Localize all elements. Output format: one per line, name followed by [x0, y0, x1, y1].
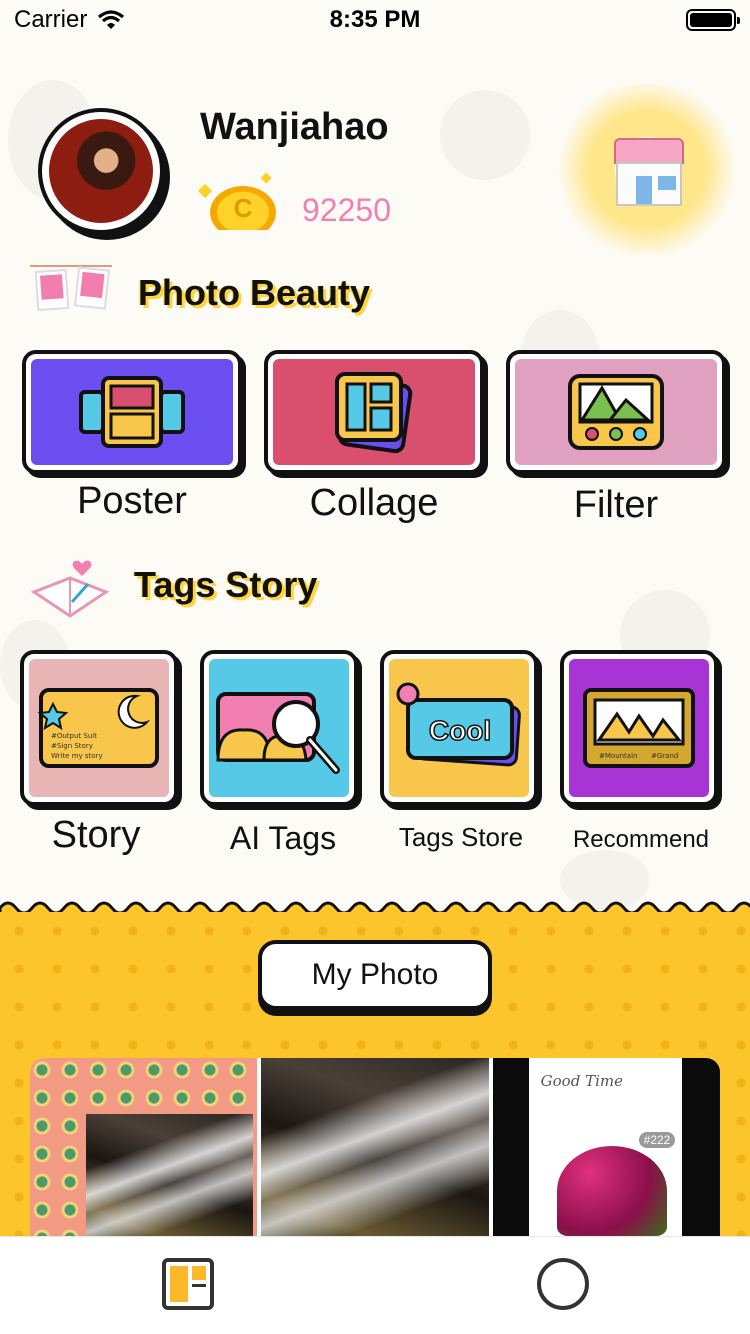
recommend-tile-bg: #Mountain #Grand	[569, 659, 709, 797]
tags-store-icon: Cool	[396, 682, 521, 767]
ai-tags-tile[interactable]	[200, 650, 358, 806]
recommend-tag-2: #Grand	[651, 752, 678, 760]
avatar[interactable]	[38, 108, 164, 234]
recommend-icon: #Mountain #Grand	[583, 688, 695, 768]
photo-tag: #222	[638, 1132, 676, 1148]
sparkle-icon	[260, 172, 272, 184]
collage-tile[interactable]	[264, 350, 484, 474]
username: Wanjiahao	[200, 106, 389, 148]
waterfall-image	[86, 1114, 254, 1236]
avatar-image	[49, 119, 153, 223]
photo-thumbnail[interactable]	[261, 1058, 489, 1236]
tab-camera-icon[interactable]	[537, 1258, 589, 1310]
shop-icon	[616, 162, 682, 206]
photo-strip: Good Time #222	[30, 1058, 720, 1236]
filter-tile[interactable]	[506, 350, 726, 474]
story-card-line-3: Write my story	[51, 752, 103, 760]
filter-icon	[568, 374, 664, 450]
story-icon: #Output Suit #Sign Story Write my story	[37, 688, 159, 768]
my-photo-button[interactable]: My Photo	[258, 940, 492, 1010]
story-tile-bg: #Output Suit #Sign Story Write my story	[29, 659, 169, 797]
photo-string-icon	[30, 262, 112, 320]
tags-store-tile-bg: Cool	[389, 659, 529, 797]
coin-symbol: C	[233, 192, 253, 223]
photo-caption: Good Time	[540, 1072, 623, 1090]
photo-card: Good Time #222	[528, 1058, 682, 1236]
waterfall-image	[261, 1058, 489, 1236]
story-card-line-1: #Output Suit	[51, 732, 97, 740]
photo-thumbnail[interactable]: Good Time #222	[492, 1058, 720, 1236]
battery-icon	[686, 9, 740, 31]
shop-button[interactable]	[552, 84, 742, 254]
collage-tile-bg	[273, 359, 475, 465]
poster-tile[interactable]	[22, 350, 242, 474]
status-bar: Carrier 8:35 PM	[0, 0, 750, 40]
book-icon	[30, 558, 110, 622]
coin-icon: C	[210, 186, 276, 230]
tags-store-label: Tags Store	[398, 822, 524, 852]
coin-count: 92250	[302, 192, 391, 228]
section-title-tags-story: Tags Story	[134, 564, 318, 605]
recommend-tag-1: #Mountain	[599, 752, 637, 760]
tags-store-tile[interactable]: Cool	[380, 650, 538, 806]
story-label: Story	[51, 814, 141, 856]
wifi-icon	[98, 10, 125, 29]
filter-tile-bg	[515, 359, 717, 465]
ai-tags-label: AI Tags	[229, 820, 337, 856]
story-card-line-2: #Sign Story	[51, 742, 93, 750]
photo-thumbnail[interactable]	[30, 1058, 258, 1236]
section-title-photo-beauty: Photo Beauty	[138, 272, 371, 313]
recommend-tile[interactable]: #Mountain #Grand	[560, 650, 718, 806]
poster-label: Poster	[77, 480, 187, 522]
ai-tags-tile-bg	[209, 659, 349, 797]
ai-tags-icon	[216, 692, 340, 774]
recommend-label: Recommend	[572, 826, 710, 853]
poster-tile-bg	[31, 359, 233, 465]
cool-badge-text: Cool	[429, 715, 491, 746]
background-doodle	[440, 90, 530, 180]
shop-roof	[614, 138, 684, 164]
carrier-label: Carrier	[14, 6, 88, 33]
filter-label: Filter	[573, 484, 659, 526]
tab-collage-icon[interactable]	[162, 1258, 214, 1310]
collage-icon	[335, 372, 413, 454]
story-tile[interactable]: #Output Suit #Sign Story Write my story	[20, 650, 178, 806]
tab-bar	[0, 1236, 750, 1334]
poster-icon	[79, 376, 185, 448]
heart-photo	[556, 1146, 667, 1236]
collage-label: Collage	[309, 482, 439, 524]
